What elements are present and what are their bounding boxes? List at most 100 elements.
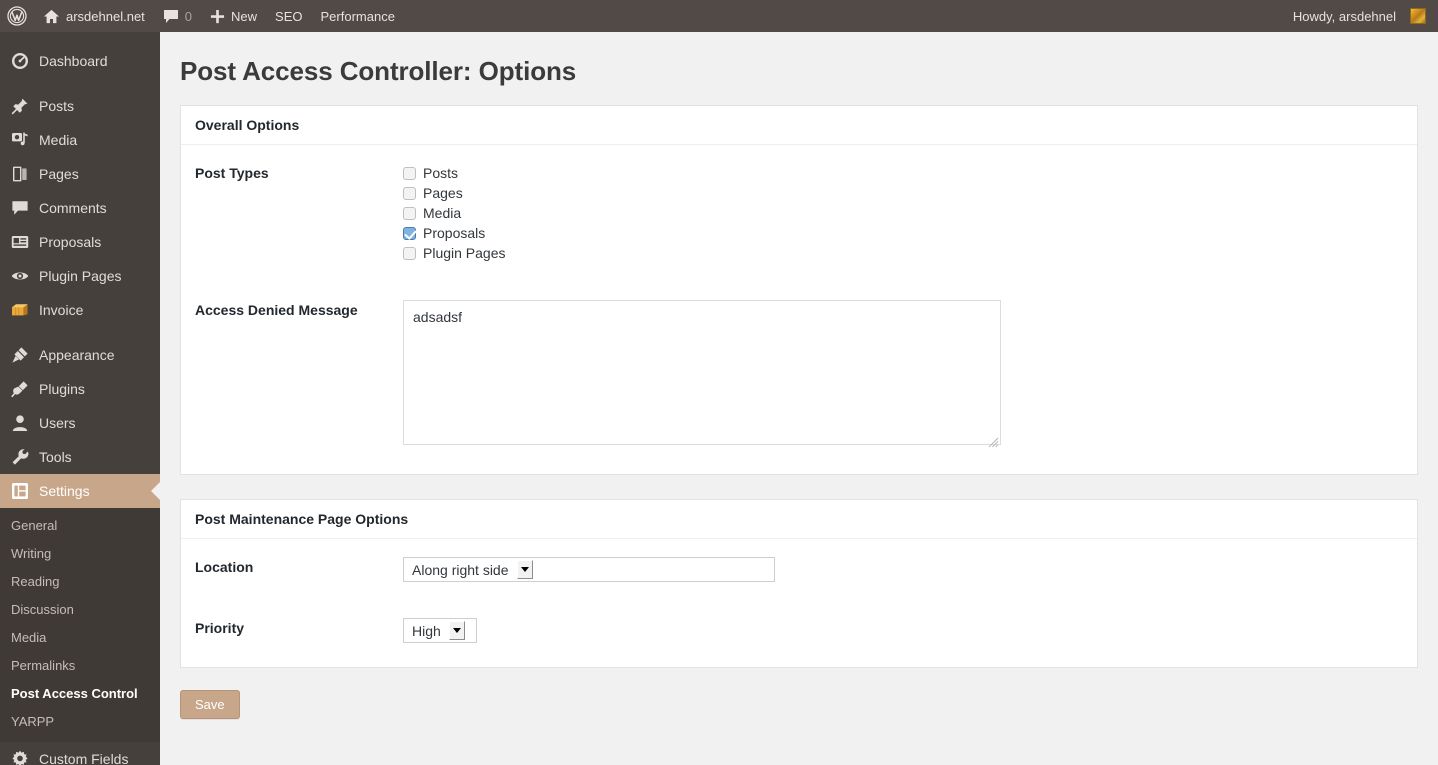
sidebar-item-label: Users [39,415,76,431]
location-select[interactable]: Along right side [403,557,775,582]
checkbox-proposals[interactable]: Proposals [403,223,1417,243]
sidebar-item-plugins[interactable]: Plugins [0,372,160,406]
sidebar-item-label: Dashboard [39,53,108,69]
settings-icon [10,481,30,501]
post-maintenance-body: Location Along right side Priority High [181,539,1417,667]
checkbox-pages[interactable]: Pages [403,183,1417,203]
location-row: Location Along right side [181,557,1417,582]
sidebar-item-media[interactable]: Media [0,123,160,157]
eye-icon [10,266,30,286]
sidebar-item-custom-fields[interactable]: Custom Fields [0,742,160,765]
checkbox-box-icon[interactable] [403,166,416,180]
overall-options-body: Post Types Posts Pages Media Proposals P… [181,145,1417,474]
comments-button[interactable]: 0 [154,0,201,32]
checkbox-posts[interactable]: Posts [403,163,1417,183]
submenu-item-post-access-control[interactable]: Post Access Control [0,680,160,708]
location-control: Along right side [403,557,1417,582]
checkbox-label: Media [423,205,462,221]
sidebar-item-invoice[interactable]: Invoice [0,293,160,327]
seo-label: SEO [275,8,303,24]
chevron-down-icon[interactable] [448,621,465,640]
avatar [1410,8,1426,24]
checkbox-box-icon[interactable] [403,246,416,260]
priority-row: Priority High [181,618,1417,643]
site-name-button[interactable]: arsdehnel.net [34,0,154,32]
priority-label: Priority [195,620,245,636]
row-spacer [181,582,1417,618]
new-content-button[interactable]: New [201,0,266,32]
submenu-item-media[interactable]: Media [0,624,160,652]
sidebar-item-settings[interactable]: Settings [0,474,160,508]
sidebar-item-label: Pages [39,166,79,182]
gear-icon [10,749,30,765]
sidebar-item-label: Proposals [39,234,102,250]
sidebar-item-dashboard[interactable]: Dashboard [0,44,160,78]
access-denied-row: Access Denied Message [181,300,1417,450]
invoice-box-icon [10,300,30,320]
howdy-label: Howdy, arsdehnel [1292,8,1396,24]
access-denied-textarea[interactable] [403,300,1001,445]
current-menu-arrow-icon [146,474,160,508]
location-select-value: Along right side [412,561,509,578]
dashboard-icon [10,51,30,71]
priority-select-value: High [412,622,441,639]
wordpress-logo-icon [7,6,27,26]
seo-menu-button[interactable]: SEO [266,0,311,32]
proposals-icon [10,232,30,252]
sidebar-top-spacer [0,32,160,44]
form-actions: Save [160,668,1438,719]
comment-bubble-icon [10,198,30,218]
sidebar-item-users[interactable]: Users [0,406,160,440]
checkbox-checked-icon[interactable] [403,226,416,240]
sidebar-item-label: Invoice [39,302,84,318]
sidebar-item-label: Custom Fields [39,751,129,765]
sidebar-separator [0,327,160,338]
submenu-item-reading[interactable]: Reading [0,568,160,596]
overall-options-heading: Overall Options [181,106,1417,145]
priority-select[interactable]: High [403,618,477,643]
checkbox-media[interactable]: Media [403,203,1417,223]
sidebar-item-label: Plugin Pages [39,268,122,284]
sidebar-item-label: Posts [39,98,75,114]
sidebar-item-tools[interactable]: Tools [0,440,160,474]
access-denied-control [403,300,1417,450]
save-button[interactable]: Save [180,690,240,719]
checkbox-label: Plugin Pages [423,245,506,261]
page-title: Post Access Controller: Options [180,56,577,86]
comment-bubble-icon [163,9,179,24]
sidebar-item-posts[interactable]: Posts [0,89,160,123]
chevron-down-icon[interactable] [516,560,533,579]
location-label: Location [195,559,254,575]
sidebar-item-appearance[interactable]: Appearance [0,338,160,372]
checkbox-label: Proposals [423,225,486,241]
sidebar-separator [0,78,160,89]
sidebar-item-proposals[interactable]: Proposals [0,225,160,259]
post-types-row: Post Types Posts Pages Media Proposals P… [181,163,1417,263]
main-content: Post Access Controller: Options Overall … [160,32,1438,765]
performance-menu-button[interactable]: Performance [312,0,404,32]
checkbox-label: Posts [423,165,459,181]
access-denied-textarea-wrap [403,300,1001,450]
account-menu-button[interactable]: Howdy, arsdehnel [1284,0,1438,32]
sidebar-item-comments[interactable]: Comments [0,191,160,225]
sidebar-item-plugin-pages[interactable]: Plugin Pages [0,259,160,293]
media-icon [10,130,30,150]
submenu-item-discussion[interactable]: Discussion [0,596,160,624]
submenu-item-writing[interactable]: Writing [0,540,160,568]
post-maintenance-heading: Post Maintenance Page Options [181,500,1417,539]
sidebar-item-pages[interactable]: Pages [0,157,160,191]
pin-icon [10,96,30,116]
priority-control: High [403,618,1417,643]
plug-icon [10,379,30,399]
submenu-item-permalinks[interactable]: Permalinks [0,652,160,680]
sidebar-item-label: Appearance [39,347,115,363]
post-types-label: Post Types [195,165,269,181]
checkbox-plugin-pages[interactable]: Plugin Pages [403,243,1417,263]
checkbox-box-icon[interactable] [403,186,416,200]
checkbox-box-icon[interactable] [403,206,416,220]
submenu-item-general[interactable]: General [0,512,160,540]
submenu-item-yarpp[interactable]: YARPP [0,708,160,736]
wp-logo-button[interactable] [0,0,34,32]
new-content-label: New [231,8,258,24]
overall-options-panel: Overall Options Post Types Posts Pages M [180,105,1418,475]
